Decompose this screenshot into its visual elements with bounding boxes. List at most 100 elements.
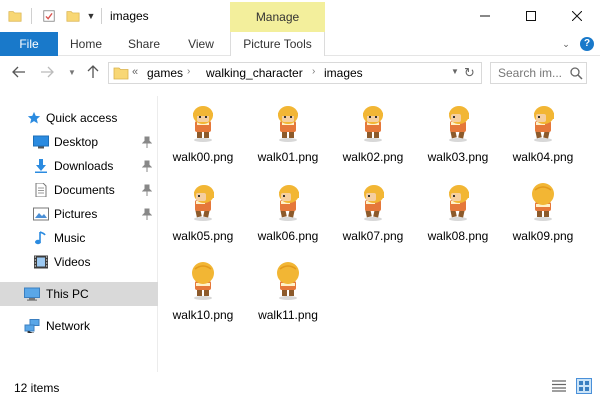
file-item[interactable]: walk11.png — [246, 256, 330, 332]
breadcrumb-images[interactable]: images — [324, 66, 363, 80]
pc-icon — [24, 287, 40, 301]
documents-icon — [35, 183, 47, 197]
breadcrumb-walking-character[interactable]: walking_character — [206, 66, 303, 80]
folder-icon — [113, 67, 129, 80]
file-item[interactable]: walk08.png — [416, 177, 500, 253]
sidebar-item-downloads[interactable]: Downloads — [0, 154, 158, 178]
pin-icon[interactable] — [142, 136, 152, 148]
toolbar-divider — [31, 8, 32, 24]
file-list: walk00.png walk01.png walk02.png walk03.png… — [160, 90, 600, 370]
file-item[interactable]: walk04.png — [501, 98, 585, 174]
sidebar-item-label: Videos — [54, 255, 91, 269]
grid-icon — [579, 381, 589, 391]
file-item[interactable]: walk00.png — [161, 98, 245, 174]
help-icon[interactable]: ? — [580, 37, 594, 51]
file-item[interactable]: walk01.png — [246, 98, 330, 174]
file-name: walk01.png — [257, 150, 319, 164]
maximize-icon — [526, 11, 536, 21]
sidebar-item-label: This PC — [46, 287, 89, 301]
sidebar-item-network[interactable]: Network — [0, 314, 158, 338]
desktop-icon — [33, 135, 49, 149]
minimize-button[interactable] — [462, 0, 508, 32]
tab-picture-tools[interactable]: Picture Tools — [230, 32, 325, 56]
forward-button[interactable] — [39, 64, 55, 80]
videos-icon — [34, 255, 48, 269]
chevron-right-icon[interactable]: › — [187, 66, 190, 77]
image-thumbnail — [534, 106, 554, 142]
file-item[interactable]: walk09.png — [501, 177, 585, 253]
sidebar-item-desktop[interactable]: Desktop — [0, 130, 158, 154]
image-thumbnail — [532, 183, 554, 221]
file-item[interactable]: walk03.png — [416, 98, 500, 174]
star-icon — [27, 111, 41, 124]
refresh-icon[interactable]: ↻ — [464, 65, 475, 81]
up-button[interactable] — [85, 64, 101, 80]
image-thumbnail — [277, 262, 299, 300]
sidebar-item-label: Music — [54, 231, 86, 245]
breadcrumb-overflow-icon[interactable]: « — [132, 66, 138, 78]
customize-dropdown-icon[interactable]: ▼ — [86, 9, 96, 23]
file-name: walk10.png — [172, 308, 234, 322]
folder-icon[interactable] — [8, 9, 22, 23]
sidebar-item-label: Desktop — [54, 135, 99, 149]
large-icons-view-icon[interactable] — [576, 378, 592, 394]
new-folder-icon[interactable] — [66, 9, 80, 23]
sidebar-item-documents[interactable]: Documents — [0, 178, 158, 202]
file-item[interactable]: walk06.png — [246, 177, 330, 253]
tab-home[interactable]: Home — [63, 32, 109, 56]
file-name: walk02.png — [342, 150, 404, 164]
sidebar-item-label: Documents — [54, 183, 115, 197]
image-thumbnail — [194, 185, 214, 221]
pin-icon[interactable] — [142, 208, 152, 220]
file-name: walk05.png — [172, 229, 234, 243]
sidebar-item-this-pc[interactable]: This PC — [0, 282, 158, 306]
image-thumbnail — [449, 106, 469, 142]
search-icon — [570, 67, 583, 80]
close-button[interactable] — [554, 0, 600, 32]
download-icon — [35, 159, 47, 173]
file-item[interactable]: walk07.png — [331, 177, 415, 253]
pin-icon[interactable] — [142, 184, 152, 196]
arrow-left-icon — [12, 66, 25, 78]
sidebar-item-label: Downloads — [54, 159, 114, 173]
recent-locations-icon[interactable]: ▼ — [64, 64, 80, 80]
sidebar-item-pictures[interactable]: Pictures — [0, 202, 158, 226]
properties-icon[interactable] — [42, 9, 56, 23]
details-view-icon[interactable] — [552, 380, 566, 392]
search-input[interactable]: Search im... — [498, 66, 562, 80]
sidebar-item-music[interactable]: Music — [0, 226, 158, 250]
sidebar-item-videos[interactable]: Videos — [0, 250, 158, 274]
sidebar-item-quick-access[interactable]: Quick access — [0, 106, 158, 130]
tab-share[interactable]: Share — [122, 32, 166, 56]
file-item[interactable]: walk10.png — [161, 256, 245, 332]
window-title: images — [110, 9, 149, 23]
image-thumbnail — [279, 185, 299, 221]
navigation-pane: Quick access Desktop Downloads Documents… — [0, 96, 158, 372]
image-thumbnail — [449, 185, 469, 221]
image-thumbnail — [278, 106, 298, 142]
breadcrumb-games[interactable]: games — [147, 66, 183, 80]
sidebar-item-label: Pictures — [54, 207, 98, 221]
pin-icon[interactable] — [142, 160, 152, 172]
manage-contextual-tab[interactable]: Manage — [230, 2, 325, 32]
status-bar: 12 items — [0, 372, 600, 400]
sidebar-item-label: Network — [46, 319, 91, 333]
arrow-up-icon — [87, 65, 99, 78]
file-name: walk08.png — [427, 229, 489, 243]
address-bar[interactable]: « games › walking_character › images ▼ ↻ — [108, 62, 482, 84]
file-name: walk04.png — [512, 150, 574, 164]
close-icon — [572, 11, 582, 21]
expand-ribbon-icon[interactable]: ⌄ — [560, 38, 572, 50]
title-bar: ▼ images Manage — [0, 0, 600, 32]
maximize-button[interactable] — [508, 0, 554, 32]
pictures-icon — [33, 207, 49, 221]
file-item[interactable]: walk05.png — [161, 177, 245, 253]
tab-file[interactable]: File — [0, 32, 58, 56]
tab-view[interactable]: View — [180, 32, 222, 56]
image-thumbnail — [192, 262, 214, 300]
address-dropdown-icon[interactable]: ▼ — [451, 67, 459, 76]
file-item[interactable]: walk02.png — [331, 98, 415, 174]
search-box[interactable]: Search im... — [490, 62, 587, 84]
chevron-right-icon[interactable]: › — [312, 66, 315, 77]
back-button[interactable] — [11, 64, 27, 80]
